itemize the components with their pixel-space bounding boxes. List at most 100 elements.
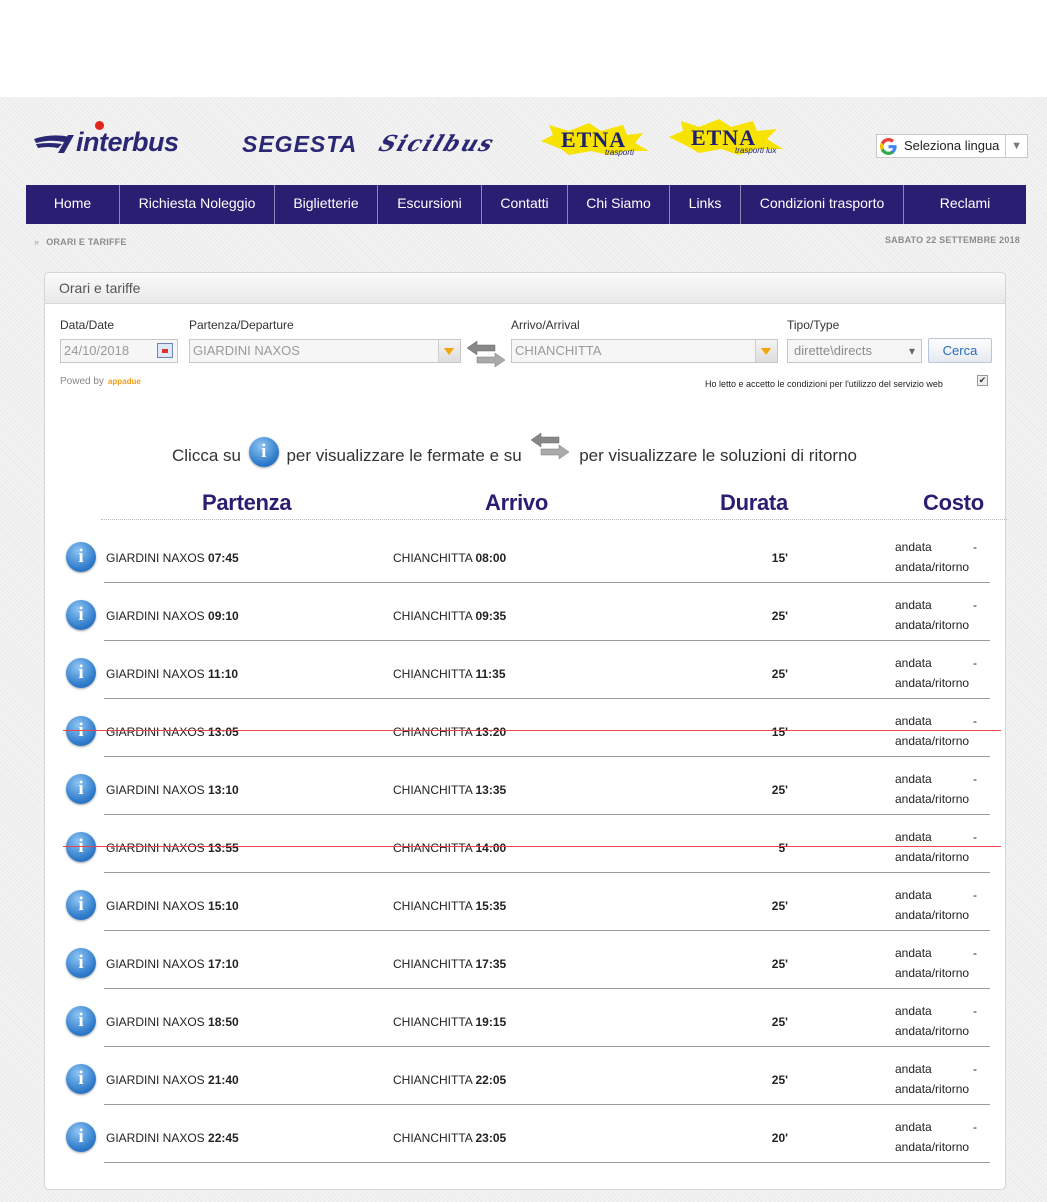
departure-stop: GIARDINI NAXOS bbox=[106, 899, 205, 913]
nav-item-contatti[interactable]: Contatti bbox=[482, 185, 568, 224]
hint-part-3: per visualizzare le soluzioni di ritorno bbox=[579, 446, 857, 465]
duration-cell: 25' bbox=[771, 783, 788, 797]
row-divider bbox=[104, 988, 990, 989]
departure-dropdown-arrow-icon[interactable] bbox=[438, 340, 460, 362]
info-icon[interactable]: i bbox=[66, 658, 96, 688]
departure-cell: GIARDINI NAXOS 09:10 bbox=[106, 609, 239, 623]
info-icon[interactable]: i bbox=[66, 600, 96, 630]
row-divider bbox=[104, 698, 990, 699]
powered-by-brand-logo[interactable]: appadue bbox=[108, 377, 141, 386]
etna-logo-subtext: trasporti bbox=[605, 148, 634, 157]
cost-return: andata/ritorno bbox=[895, 792, 970, 806]
etna-trasporti-lux-logo[interactable]: ETNA trasporti lux bbox=[669, 119, 789, 155]
arrival-time: 08:00 bbox=[475, 551, 507, 565]
arrival-time: 15:35 bbox=[475, 899, 507, 913]
departure-select-value: GIARDINI NAXOS bbox=[193, 343, 300, 358]
cost-return: andata/ritorno bbox=[895, 1082, 970, 1096]
interbus-red-dot bbox=[95, 121, 104, 130]
info-icon[interactable]: i bbox=[66, 948, 96, 978]
search-button[interactable]: Cerca bbox=[928, 338, 992, 363]
arrival-stop: CHIANCHITTA bbox=[393, 551, 473, 565]
nav-item-biglietterie[interactable]: Biglietterie bbox=[275, 185, 378, 224]
arrival-stop: CHIANCHITTA bbox=[393, 609, 473, 623]
nav-item-reclami[interactable]: Reclami bbox=[904, 185, 1026, 224]
info-icon[interactable]: i bbox=[66, 716, 96, 746]
duration-cell: 25' bbox=[771, 899, 788, 913]
main-navigation: Home Richiesta Noleggio Biglietterie Esc… bbox=[26, 185, 1026, 224]
arrival-time: 23:05 bbox=[475, 1131, 507, 1145]
cost-one-way: andata bbox=[895, 1120, 932, 1134]
language-select[interactable]: Seleziona lingua ▼ bbox=[876, 134, 1028, 158]
info-icon[interactable]: i bbox=[66, 1122, 96, 1152]
departure-time: 13:10 bbox=[208, 783, 239, 797]
departure-time: 11:10 bbox=[208, 667, 239, 681]
arrival-select[interactable]: CHIANCHITTA bbox=[511, 339, 778, 363]
table-row: i GIARDINI NAXOS 07:45 CHIANCHITTA 08:00 15… bbox=[45, 526, 1005, 584]
terms-label: Ho letto e accetto le condizioni per l'u… bbox=[705, 379, 943, 389]
info-icon[interactable]: i bbox=[66, 890, 96, 920]
arrival-cell: CHIANCHITTA 19:15 bbox=[393, 1015, 506, 1029]
row-divider bbox=[104, 756, 990, 757]
departure-cell: GIARDINI NAXOS 18:50 bbox=[106, 1015, 239, 1029]
departure-time: 09:10 bbox=[208, 609, 239, 623]
departure-cell: GIARDINI NAXOS 13:55 bbox=[106, 841, 239, 855]
sicilbus-logo[interactable]: Sicilbus bbox=[375, 131, 499, 157]
nav-item-richiesta-noleggio[interactable]: Richiesta Noleggio bbox=[120, 185, 275, 224]
departure-cell: GIARDINI NAXOS 17:10 bbox=[106, 957, 239, 971]
powered-by: Powed by appadue bbox=[60, 376, 141, 387]
departure-select[interactable]: GIARDINI NAXOS bbox=[189, 339, 461, 363]
nav-item-chi-siamo[interactable]: Chi Siamo bbox=[568, 185, 670, 224]
duration-cell: 5' bbox=[778, 841, 788, 855]
row-divider bbox=[104, 814, 990, 815]
cost-return: andata/ritorno bbox=[895, 618, 970, 632]
duration-cell: 20' bbox=[771, 1131, 788, 1145]
cost-one-way: andata bbox=[895, 714, 932, 728]
duration-cell: 25' bbox=[771, 1073, 788, 1087]
cost-one-way: andata bbox=[895, 598, 932, 612]
arrival-stop: CHIANCHITTA bbox=[393, 841, 473, 855]
row-divider bbox=[104, 582, 990, 583]
info-icon[interactable]: i bbox=[66, 774, 96, 804]
google-g-icon bbox=[880, 138, 897, 155]
departure-stop: GIARDINI NAXOS bbox=[106, 783, 205, 797]
arrival-time: 22:05 bbox=[475, 1073, 507, 1087]
segesta-logo[interactable]: SEGESTA bbox=[242, 131, 357, 158]
departure-cell: GIARDINI NAXOS 11:10 bbox=[106, 667, 238, 681]
arrival-stop: CHIANCHITTA bbox=[393, 783, 473, 797]
arrival-stop: CHIANCHITTA bbox=[393, 725, 473, 739]
breadcrumb-label[interactable]: ORARI E TARIFFE bbox=[46, 237, 126, 247]
calendar-icon[interactable] bbox=[157, 343, 173, 358]
date-field[interactable]: 24/10/2018 bbox=[60, 339, 178, 363]
arrival-stop: CHIANCHITTA bbox=[393, 667, 473, 681]
departure-time: 22:45 bbox=[208, 1131, 239, 1145]
swap-arrows-icon[interactable] bbox=[465, 339, 507, 369]
info-icon[interactable]: i bbox=[66, 832, 96, 862]
chevron-down-icon: ▼ bbox=[1005, 135, 1022, 157]
arrival-time: 11:35 bbox=[475, 667, 506, 681]
type-select[interactable]: dirette\directs bbox=[787, 339, 922, 363]
cost-one-way: andata bbox=[895, 772, 932, 786]
info-icon[interactable]: i bbox=[66, 1064, 96, 1094]
nav-item-links[interactable]: Links bbox=[670, 185, 741, 224]
info-icon: i bbox=[248, 437, 279, 467]
etna-trasporti-logo[interactable]: ETNA trasporti bbox=[539, 121, 659, 157]
column-header-arrival: Arrivo bbox=[485, 490, 548, 515]
info-icon[interactable]: i bbox=[66, 1006, 96, 1036]
table-row: i GIARDINI NAXOS 13:05 CHIANCHITTA 13:20 15… bbox=[45, 700, 1005, 758]
arrival-dropdown-arrow-icon[interactable] bbox=[755, 340, 777, 362]
column-header-cost: Costo bbox=[923, 490, 984, 515]
duration-cell: 25' bbox=[771, 957, 788, 971]
cost-return: andata/ritorno bbox=[895, 1140, 970, 1154]
nav-item-escursioni[interactable]: Escursioni bbox=[378, 185, 482, 224]
info-icon[interactable]: i bbox=[66, 542, 96, 572]
departure-time: 13:05 bbox=[208, 725, 239, 739]
cost-value: - bbox=[973, 540, 977, 554]
interbus-swoosh-icon bbox=[34, 135, 74, 153]
interbus-logo[interactable]: interbus bbox=[34, 121, 179, 158]
terms-checkbox[interactable]: ✔ bbox=[977, 375, 988, 386]
nav-item-home[interactable]: Home bbox=[26, 185, 120, 224]
duration-cell: 25' bbox=[771, 667, 788, 681]
arrival-cell: CHIANCHITTA 08:00 bbox=[393, 551, 506, 565]
nav-item-condizioni-trasporto[interactable]: Condizioni trasporto bbox=[741, 185, 904, 224]
date-field-value: 24/10/2018 bbox=[64, 343, 130, 358]
